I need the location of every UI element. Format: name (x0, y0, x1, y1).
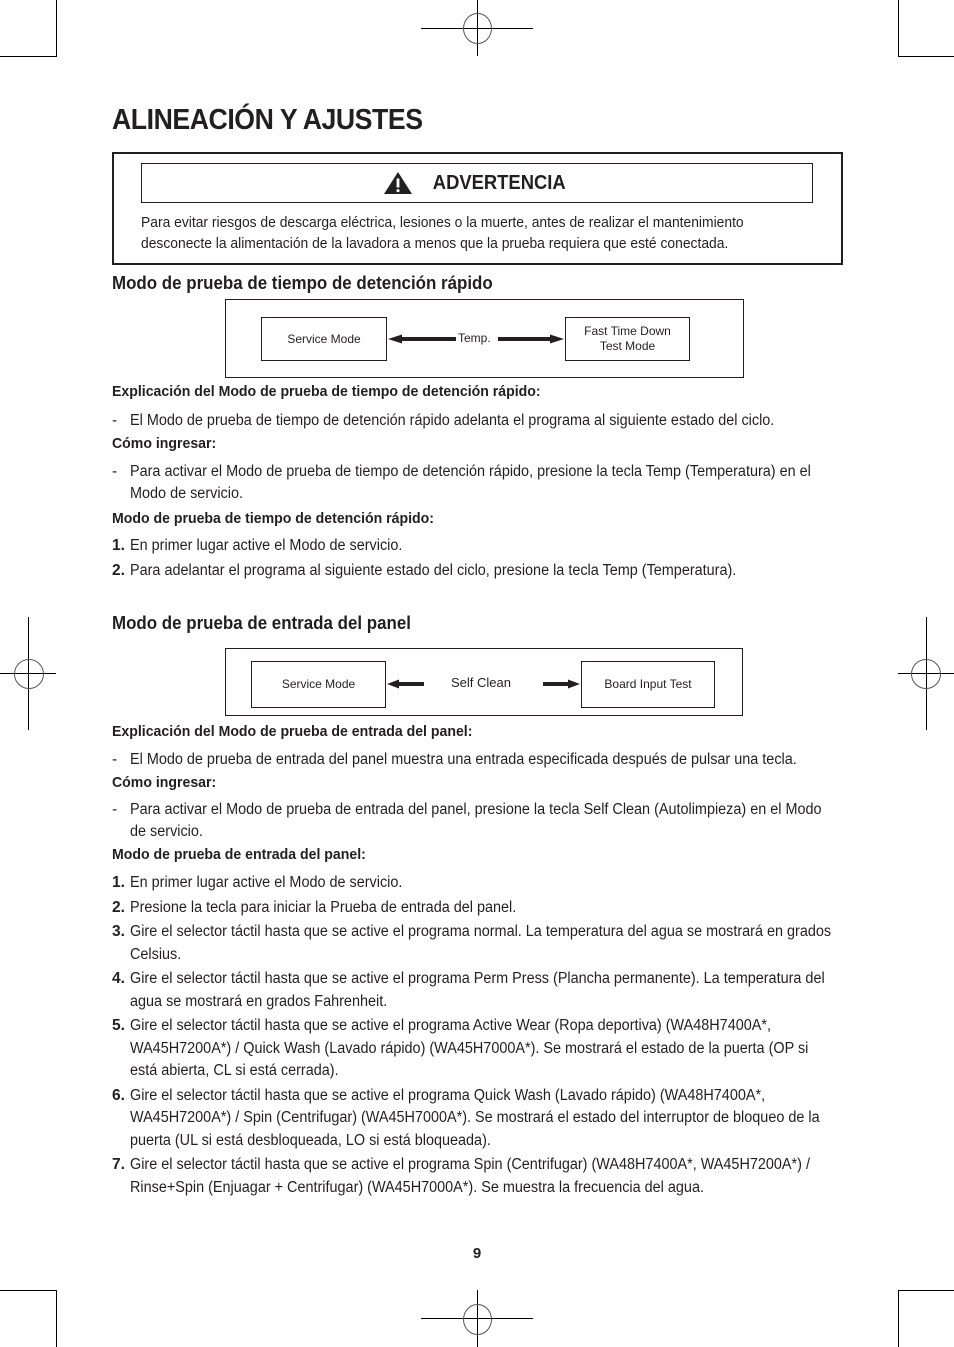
warning-header: ADVERTENCIA (141, 163, 813, 203)
step-item: 3. Gire el selector táctil hasta que se a… (112, 923, 832, 963)
arrow-left-icon (387, 679, 424, 689)
list-item: - El Modo de prueba de entrada del panel … (112, 750, 797, 768)
crop-mark-top-right-h (898, 56, 954, 57)
how-to-enter-heading: Cómo ingresar: (112, 774, 217, 791)
board-input-diagram: Service Mode Self Clean Board Input Test (225, 648, 743, 716)
diagram-box-board-input-test: Board Input Test (581, 661, 715, 708)
arrow-right-icon (498, 334, 564, 344)
how-to-enter-heading: Cómo ingresar: (112, 435, 217, 452)
crop-mark-bottom-right-h (898, 1290, 954, 1291)
step-item: 1. En primer lugar active el Modo de serv… (112, 537, 403, 554)
steps-heading: Modo de prueba de entrada del panel: (112, 845, 366, 863)
diagram-key-temp: Temp. (458, 331, 491, 345)
warning-text: Para evitar riesgos de descarga eléctric… (141, 215, 744, 252)
step-item: 5. Gire el selector táctil hasta que se a… (112, 1017, 809, 1079)
crop-mark-bottom-left-h (0, 1290, 57, 1291)
arrow-right-icon (543, 679, 580, 689)
step-item: 7. Gire el selector táctil hasta que se a… (112, 1156, 810, 1196)
section-heading-board-input: Modo de prueba de entrada del panel (112, 613, 411, 633)
section-heading-fast-time-down: Modo de prueba de tiempo de detención rá… (112, 273, 493, 293)
page-number: 9 (472, 1245, 482, 1262)
diagram-key-self-clean: Self Clean (451, 675, 511, 690)
crop-mark-top-left-h (0, 56, 57, 57)
arrow-left-icon (388, 334, 456, 344)
step-item: 6. Gire el selector táctil hasta que se a… (112, 1086, 820, 1149)
warning-heading: ADVERTENCIA (432, 171, 566, 194)
diagram-box-service-mode: Service Mode (261, 317, 387, 361)
step-item: 2. Presione la tecla para iniciar la Prue… (112, 898, 517, 916)
list-item: - Para activar el Modo de prueba de tiemp… (112, 462, 811, 503)
warning-triangle-icon (383, 172, 412, 194)
step-item: 1. En primer lugar active el Modo de serv… (112, 874, 403, 891)
fast-time-down-diagram: Service Mode Temp. Fast Time Down Test M… (225, 299, 744, 378)
diagram-box-service-mode: Service Mode (251, 661, 386, 708)
page-title: ALINEACIÓN Y AJUSTES (112, 104, 423, 136)
step-item: 2. Para adelantar el programa al siguient… (112, 561, 737, 579)
crop-mark-bottom-right-v (898, 1290, 899, 1347)
list-item: - Para activar el Modo de prueba de entra… (112, 800, 822, 841)
diagram-box-fast-time-down: Fast Time Down Test Mode (565, 317, 690, 361)
section2-body: Explicación del Modo de prueba de entrad… (112, 721, 842, 1199)
crop-mark-bottom-left-v (56, 1290, 57, 1347)
section1-body: Explicación del Modo de prueba de tiempo… (112, 381, 842, 582)
crop-mark-top-right-v (898, 0, 899, 57)
explanation-heading: Explicación del Modo de prueba de tiempo… (112, 383, 541, 400)
explanation-heading: Explicación del Modo de prueba de entrad… (112, 723, 473, 740)
crop-mark-top-left-v (56, 0, 57, 57)
steps-heading: Modo de prueba de tiempo de detención rá… (112, 509, 434, 527)
step-item: 4. Gire el selector táctil hasta que se a… (112, 970, 825, 1010)
warning-box: ADVERTENCIA Para evitar riesgos de desca… (112, 152, 843, 265)
list-item: - El Modo de prueba de tiempo de detenció… (112, 411, 775, 429)
